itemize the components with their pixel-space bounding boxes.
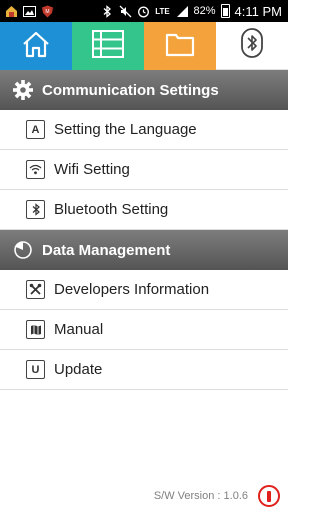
power-icon [267, 490, 271, 502]
battery-icon [220, 4, 230, 18]
svg-text:M: M [45, 9, 49, 15]
section-header-communication: Communication Settings [0, 70, 288, 110]
bluetooth-icon [241, 28, 263, 63]
tab-bluetooth[interactable] [216, 22, 288, 70]
home-icon [21, 29, 51, 64]
map-icon [26, 320, 45, 339]
menu-item-label: Developers Information [54, 281, 210, 298]
tab-bar [0, 22, 288, 70]
tab-folder[interactable] [144, 22, 216, 70]
settings-menu: Communication Settings A Setting the Lan… [0, 70, 288, 390]
image-icon [23, 5, 36, 18]
footer: S/W Version : 1.0.6 [0, 482, 288, 510]
letter-a-icon: A [26, 120, 45, 139]
tab-list[interactable] [72, 22, 144, 70]
signal-icon [176, 5, 189, 18]
pie-chart-icon [12, 239, 34, 261]
clock-time: 4:11 PM [234, 3, 282, 19]
status-right: LTE 82% 4:11 PM [101, 4, 288, 19]
menu-item-label: Manual [54, 321, 104, 338]
alarm-icon [137, 5, 150, 18]
menu-item-label: Update [54, 361, 103, 378]
menu-item-bluetooth[interactable]: Bluetooth Setting [0, 190, 288, 230]
gear-icon [12, 79, 34, 101]
folder-icon [165, 31, 195, 62]
status-bar: M LTE 82% 4:11 PM [0, 0, 288, 22]
menu-item-wifi[interactable]: Wifi Setting [0, 150, 288, 190]
menu-item-developers[interactable]: Developers Information [0, 270, 288, 310]
section-header-data-management: Data Management [0, 230, 288, 270]
tools-icon [26, 280, 45, 299]
section-title: Communication Settings [42, 81, 219, 99]
mute-icon [119, 5, 132, 18]
bluetooth-icon [101, 4, 114, 18]
power-button[interactable] [258, 485, 280, 507]
shield-icon: M [41, 5, 54, 18]
menu-item-label: Wifi Setting [54, 161, 130, 178]
menu-item-label: Bluetooth Setting [54, 201, 169, 218]
bluetooth-icon [26, 200, 45, 219]
menu-item-language[interactable]: A Setting the Language [0, 110, 288, 150]
home-app-icon [5, 5, 18, 18]
software-version: S/W Version : 1.0.6 [153, 490, 248, 502]
lte-icon: LTE [155, 6, 170, 16]
section-title: Data Management [42, 241, 171, 259]
tab-home[interactable] [0, 22, 72, 70]
menu-item-label: Setting the Language [54, 121, 197, 138]
menu-item-manual[interactable]: Manual [0, 310, 288, 350]
battery-percent: 82% [193, 5, 216, 17]
list-icon [92, 29, 124, 63]
menu-item-update[interactable]: U Update [0, 350, 288, 390]
wifi-icon [26, 160, 45, 179]
letter-u-icon: U [26, 360, 45, 379]
status-left: M [0, 5, 54, 18]
